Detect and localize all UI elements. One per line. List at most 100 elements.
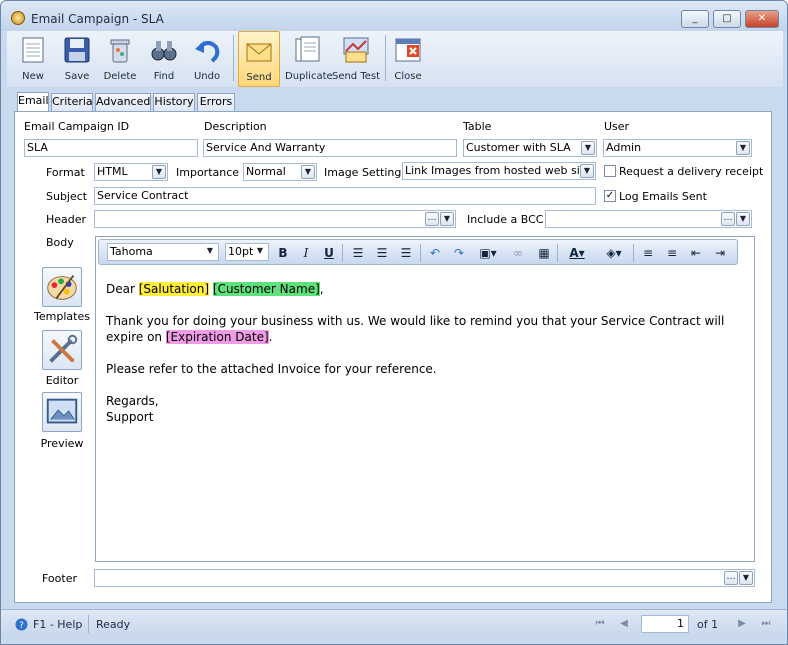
undo-button[interactable]: Undo: [187, 31, 227, 87]
image-setting-select[interactable]: Link Images from hosted web site ▼: [402, 162, 596, 180]
header-field[interactable]: … ▼: [94, 210, 456, 228]
subject-label: Subject: [46, 190, 88, 203]
status-bar: ? F1 - Help Ready ⏮ ◀ 1 of 1 ▶ ⏭: [1, 609, 787, 637]
underline-button[interactable]: U: [321, 244, 337, 262]
outdent-icon[interactable]: ⇤: [687, 244, 705, 262]
preview-label: Preview: [40, 437, 84, 450]
chevron-down-icon[interactable]: ▼: [736, 141, 750, 155]
save-disk-icon: [64, 37, 90, 63]
importance-select[interactable]: Normal ▼: [243, 163, 317, 181]
editor-button[interactable]: [42, 330, 82, 370]
salutation-placeholder: [Salutation]: [138, 282, 210, 296]
ellipsis-icon[interactable]: …: [724, 571, 738, 585]
chevron-down-icon[interactable]: ▼: [253, 245, 267, 259]
bold-button[interactable]: B: [275, 244, 291, 262]
table-select[interactable]: Customer with SLA ▼: [463, 139, 597, 157]
help-icon[interactable]: ?: [15, 618, 28, 631]
chevron-down-icon[interactable]: ▼: [736, 212, 750, 226]
link-icon[interactable]: ∞: [509, 244, 527, 262]
chevron-down-icon[interactable]: ▼: [581, 141, 595, 155]
table-value: Customer with SLA: [466, 141, 571, 154]
send-test-button[interactable]: Send Test: [331, 31, 381, 87]
send-label: Send: [246, 72, 272, 83]
log-emails-checkbox[interactable]: ✓: [604, 190, 616, 202]
tab-history[interactable]: History: [153, 93, 195, 111]
include-bcc-field[interactable]: … ▼: [545, 210, 752, 228]
campaign-id-field[interactable]: SLA: [24, 139, 198, 157]
first-page-icon[interactable]: ⏮: [593, 617, 607, 631]
align-center-icon[interactable]: ☰: [373, 244, 391, 262]
chevron-down-icon[interactable]: ▼: [301, 165, 315, 179]
tab-advanced[interactable]: Advanced: [95, 93, 151, 111]
importance-label: Importance: [176, 166, 240, 179]
help-status[interactable]: F1 - Help: [33, 618, 82, 631]
table-icon[interactable]: ▦: [535, 244, 553, 262]
bullet-list-icon[interactable]: ≡: [663, 244, 681, 262]
templates-button[interactable]: [42, 267, 82, 307]
align-left-icon[interactable]: ☰: [349, 244, 367, 262]
ellipsis-icon[interactable]: …: [425, 212, 439, 226]
tab-errors[interactable]: Errors: [197, 93, 235, 111]
italic-button[interactable]: I: [298, 244, 314, 262]
user-value: Admin: [606, 141, 642, 154]
font-size-select[interactable]: 10pt ▼: [225, 243, 269, 261]
send-button[interactable]: Send: [238, 31, 280, 87]
save-button[interactable]: Save: [57, 31, 97, 87]
send-envelope-icon: [246, 43, 272, 62]
chevron-down-icon[interactable]: ▼: [580, 164, 594, 178]
campaign-id-label: Email Campaign ID: [24, 120, 130, 133]
previous-page-icon[interactable]: ◀: [617, 617, 631, 631]
templates-label: Templates: [34, 310, 90, 323]
tab-email[interactable]: Email: [17, 92, 49, 111]
body-line-2: Thank you for doing your business with u…: [106, 314, 725, 328]
close-button[interactable]: Close: [388, 31, 428, 87]
trash-icon: [110, 39, 130, 63]
find-button[interactable]: Find: [144, 31, 184, 87]
format-select[interactable]: HTML ▼: [94, 163, 168, 181]
preview-button[interactable]: [42, 392, 82, 432]
chevron-down-icon[interactable]: ▼: [739, 571, 753, 585]
highlight-color-icon[interactable]: ◈▾: [599, 244, 629, 262]
request-receipt-checkbox[interactable]: [604, 165, 616, 177]
undo-arrow-icon: [195, 41, 220, 63]
image-setting-value: Link Images from hosted web site: [405, 164, 591, 177]
editor-separator: [420, 244, 421, 262]
last-page-icon[interactable]: ⏭: [759, 617, 773, 631]
chevron-down-icon[interactable]: ▼: [440, 212, 454, 226]
duplicate-button[interactable]: Duplicate: [285, 31, 333, 87]
email-body-text[interactable]: Dear [Salutation] [Customer Name], Thank…: [106, 281, 736, 425]
page-count: of 1: [697, 618, 719, 631]
font-color-icon[interactable]: A▾: [563, 244, 591, 262]
chevron-down-icon[interactable]: ▼: [152, 165, 166, 179]
body-editor[interactable]: Tahoma ▼ 10pt ▼ B I U ☰ ☰ ☰ ↶ ↷ ▣▾ ∞ ▦ A…: [95, 236, 755, 562]
new-button[interactable]: New: [13, 31, 53, 87]
minimize-button[interactable]: _: [681, 10, 709, 28]
align-right-icon[interactable]: ☰: [397, 244, 415, 262]
numbered-list-icon[interactable]: ≡: [639, 244, 657, 262]
indent-icon[interactable]: ⇥: [711, 244, 729, 262]
next-page-icon[interactable]: ▶: [735, 617, 749, 631]
status-separator: [88, 615, 89, 633]
expiration-date-placeholder: [Expiration Date]: [165, 330, 269, 344]
undo-icon[interactable]: ↶: [427, 244, 443, 262]
maximize-button[interactable]: □: [713, 10, 741, 28]
body-label: Body: [46, 236, 74, 249]
redo-icon[interactable]: ↷: [451, 244, 467, 262]
tab-criteria[interactable]: Criteria: [51, 93, 93, 111]
subject-field[interactable]: Service Contract: [94, 187, 596, 205]
close-window-button[interactable]: ✕: [745, 10, 779, 28]
insert-image-icon[interactable]: ▣▾: [475, 244, 501, 262]
font-select[interactable]: Tahoma ▼: [107, 243, 219, 261]
footer-field[interactable]: … ▼: [94, 569, 755, 587]
editor-toolbar: Tahoma ▼ 10pt ▼ B I U ☰ ☰ ☰ ↶ ↷ ▣▾ ∞ ▦ A…: [98, 239, 738, 265]
delete-button[interactable]: Delete: [100, 31, 140, 87]
chevron-down-icon[interactable]: ▼: [203, 245, 217, 259]
save-label: Save: [64, 71, 90, 82]
page-number-input[interactable]: 1: [641, 615, 689, 633]
description-field[interactable]: Service And Warranty: [203, 139, 457, 157]
ellipsis-icon[interactable]: …: [721, 212, 735, 226]
table-label: Table: [463, 120, 492, 133]
user-select[interactable]: Admin ▼: [603, 139, 752, 157]
toolbar-separator: [385, 35, 386, 81]
